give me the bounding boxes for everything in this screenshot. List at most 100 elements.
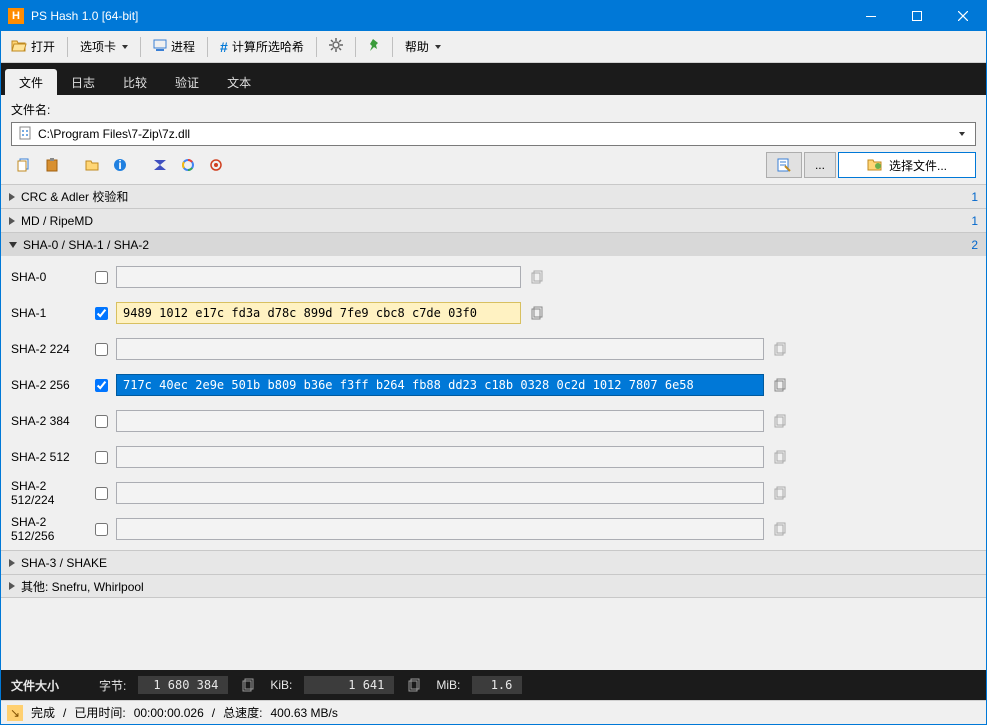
toolbar-separator — [140, 37, 141, 57]
section-sha3[interactable]: SHA-3 / SHAKE — [1, 550, 986, 574]
section-md-label: MD / RipeMD — [21, 214, 965, 228]
hash-value-field[interactable] — [116, 338, 764, 360]
minimize-button[interactable] — [848, 1, 894, 31]
copy-icon[interactable] — [772, 412, 790, 430]
tab-text[interactable]: 文本 — [213, 69, 265, 95]
hash-value-field[interactable]: 9489 1012 e17c fd3a d78c 899d 7fe9 cbc8 … — [116, 302, 521, 324]
hash-value-field[interactable] — [116, 266, 521, 288]
copy-icon[interactable] — [772, 340, 790, 358]
hash-enable-checkbox[interactable] — [95, 523, 108, 536]
section-crc[interactable]: CRC & Adler 校验和 1 — [1, 184, 986, 208]
empty-area — [1, 598, 986, 670]
help-menu-button[interactable]: 帮助 — [399, 34, 447, 60]
copy-icon[interactable] — [772, 376, 790, 394]
folder-open-icon — [867, 157, 883, 174]
settings-button[interactable] — [323, 34, 349, 60]
filepath-input[interactable] — [38, 127, 947, 141]
mib-label: MiB: — [436, 678, 460, 692]
hash-value-field[interactable] — [116, 482, 764, 504]
copy-icon[interactable] — [772, 448, 790, 466]
chevron-down-icon — [122, 45, 128, 49]
tabs-menu-button[interactable]: 选项卡 — [74, 34, 134, 60]
titlebar: H PS Hash 1.0 [64-bit] — [1, 1, 986, 31]
copy-icon-button[interactable] — [11, 153, 37, 177]
kib-value: 1 641 — [304, 676, 394, 694]
hash-label: SHA-1 — [11, 306, 87, 320]
hash-enable-checkbox[interactable] — [95, 487, 108, 500]
bytes-label: 字节: — [99, 677, 126, 694]
ellipsis-label: ... — [815, 158, 825, 172]
tab-file[interactable]: 文件 — [5, 69, 57, 95]
tab-log[interactable]: 日志 — [57, 69, 109, 95]
hash-row-sha512: SHA-2 512 — [11, 442, 976, 472]
section-sha-label: SHA-0 / SHA-1 / SHA-2 — [23, 238, 965, 252]
tab-verify-label: 验证 — [175, 74, 199, 91]
hash-label: SHA-2 512 — [11, 450, 87, 464]
google-icon-button[interactable] — [175, 153, 201, 177]
hash-enable-checkbox[interactable] — [95, 379, 108, 392]
section-crc-count: 1 — [971, 190, 978, 204]
tab-verify[interactable]: 验证 — [161, 69, 213, 95]
hash-value-field[interactable] — [116, 446, 764, 468]
app-icon: H — [8, 8, 24, 24]
hash-row-sha0: SHA-0 — [11, 262, 976, 292]
copy-icon[interactable] — [772, 484, 790, 502]
calc-hash-button[interactable]: # 计算所选哈希 — [214, 34, 310, 60]
hash-value-field[interactable]: 717c 40ec 2e9e 501b b809 b36e f3ff b264 … — [116, 374, 764, 396]
copy-icon[interactable] — [406, 676, 424, 694]
status-elapsed-value: 00:00:00.026 — [134, 706, 204, 720]
tab-file-label: 文件 — [19, 74, 43, 91]
pin-icon — [368, 38, 380, 55]
edit-button[interactable] — [766, 152, 802, 178]
hash-label: SHA-2 256 — [11, 378, 87, 392]
hash-enable-checkbox[interactable] — [95, 415, 108, 428]
hash-row-sha1: SHA-1 9489 1012 e17c fd3a d78c 899d 7fe9… — [11, 298, 976, 328]
copy-icon[interactable] — [529, 304, 547, 322]
filepath-combo[interactable] — [11, 122, 976, 146]
section-md[interactable]: MD / RipeMD 1 — [1, 208, 986, 232]
hash-label: SHA-2 384 — [11, 414, 87, 428]
virustotal-icon-button[interactable] — [147, 153, 173, 177]
section-sha[interactable]: SHA-0 / SHA-1 / SHA-2 2 — [1, 232, 986, 256]
paste-icon-button[interactable] — [39, 153, 65, 177]
status-speed-label: 总速度: — [223, 704, 262, 721]
hash-enable-checkbox[interactable] — [95, 451, 108, 464]
status-sep: / — [212, 706, 215, 720]
triangle-right-icon — [9, 559, 15, 567]
hash-value-field[interactable] — [116, 518, 764, 540]
copy-icon[interactable] — [772, 520, 790, 538]
maximize-button[interactable] — [894, 1, 940, 31]
tab-log-label: 日志 — [71, 74, 95, 91]
main-toolbar: 打开 选项卡 进程 # 计算所选哈希 帮助 — [1, 31, 986, 63]
chevron-down-icon[interactable] — [953, 132, 969, 136]
close-button[interactable] — [940, 1, 986, 31]
target-icon-button[interactable] — [203, 153, 229, 177]
hash-enable-checkbox[interactable] — [95, 271, 108, 284]
tab-compare[interactable]: 比较 — [109, 69, 161, 95]
ellipsis-button[interactable]: ... — [804, 152, 836, 178]
status-speed-value: 400.63 MB/s — [270, 706, 337, 720]
section-sha3-label: SHA-3 / SHAKE — [21, 556, 978, 570]
open-button[interactable]: 打开 — [5, 34, 61, 60]
hash-enable-checkbox[interactable] — [95, 343, 108, 356]
hash-label: SHA-0 — [11, 270, 87, 284]
dll-file-icon — [18, 126, 32, 143]
toolbar-separator — [67, 37, 68, 57]
hash-sections: CRC & Adler 校验和 1 MD / RipeMD 1 SHA-0 / … — [1, 184, 986, 598]
process-button[interactable]: 进程 — [147, 34, 201, 60]
copy-icon[interactable] — [529, 268, 547, 286]
explorer-icon-button[interactable] — [79, 153, 105, 177]
copy-icon[interactable] — [240, 676, 258, 694]
choose-file-button[interactable]: 选择文件... — [838, 152, 976, 178]
section-other[interactable]: 其他: Snefru, Whirlpool — [1, 574, 986, 598]
arrow-down-right-icon[interactable]: ↘ — [7, 705, 23, 721]
pin-button[interactable] — [362, 34, 386, 60]
info-icon-button[interactable]: i — [107, 153, 133, 177]
triangle-down-icon — [9, 242, 17, 248]
status-done: 完成 — [31, 704, 55, 721]
hash-value-field[interactable] — [116, 410, 764, 432]
edit-list-icon — [777, 158, 791, 172]
triangle-right-icon — [9, 582, 15, 590]
hash-enable-checkbox[interactable] — [95, 307, 108, 320]
toolbar-separator — [207, 37, 208, 57]
